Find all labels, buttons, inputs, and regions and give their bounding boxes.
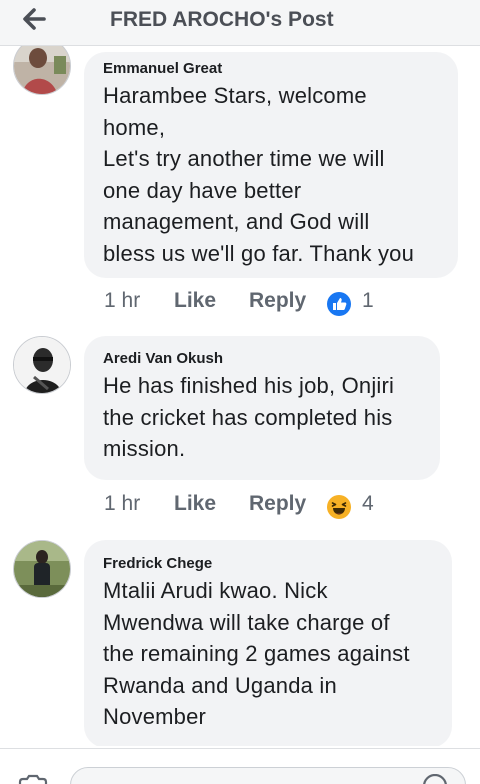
comment-bubble: Emmanuel Great Harambee Stars, welcome h… — [84, 52, 458, 278]
comment-line: management, and God will — [103, 209, 370, 234]
reaction-count[interactable]: 1 — [362, 289, 374, 313]
comment-line: bless us we'll go far. Thank you — [103, 240, 415, 266]
comment-author[interactable]: Aredi Van Okush — [103, 349, 421, 369]
comment-line: Mwendwa will take charge of — [103, 609, 390, 635]
comment-line: Mtalii Arudi kwao. Nick — [103, 578, 328, 603]
comment-line: one day have better — [103, 177, 302, 203]
comment-bubble: Aredi Van Okush He has finished his job,… — [84, 336, 440, 480]
comment-item: Emmanuel Great Harambee Stars, welcome h… — [0, 46, 480, 340]
comment-actions: 1 hr Like Reply 1 — [104, 289, 404, 319]
comment-line: home, — [103, 114, 166, 140]
reaction-count[interactable]: 4 — [362, 492, 374, 516]
comment-timestamp[interactable]: 1 hr — [104, 289, 140, 313]
comment-line: November — [103, 704, 207, 729]
comment-line: Rwanda and Uganda in — [103, 672, 337, 698]
comment-author[interactable]: Emmanuel Great — [103, 59, 439, 79]
avatar[interactable] — [13, 46, 71, 95]
comment-line: He has finished his job, Onjiri — [103, 373, 395, 398]
comment-text: Mtalii Arudi kwao. Nick Mwendwa will tak… — [103, 575, 433, 733]
comment-line: the cricket has completed his — [103, 404, 393, 430]
comment-timestamp[interactable]: 1 hr — [104, 492, 140, 516]
camera-icon[interactable] — [18, 773, 48, 784]
like-button[interactable]: Like — [174, 492, 216, 516]
comments-list: Emmanuel Great Harambee Stars, welcome h… — [0, 46, 480, 746]
comment-composer — [0, 748, 480, 784]
comment-author[interactable]: Fredrick Chege — [103, 554, 433, 574]
comment-line: Harambee Stars, welcome — [103, 83, 367, 108]
comment-item: Aredi Van Okush He has finished his job,… — [0, 336, 480, 536]
comment-item: Fredrick Chege Mtalii Arudi kwao. Nick M… — [0, 540, 480, 746]
post-header: FRED AROCHO's Post — [0, 0, 480, 46]
comment-text: He has finished his job, Onjiri the cric… — [103, 370, 421, 465]
like-reaction-icon[interactable] — [327, 292, 351, 316]
comment-text: Harambee Stars, welcome home, Let's try … — [103, 80, 439, 269]
comment-line: mission. — [103, 436, 186, 461]
haha-reaction-icon[interactable] — [327, 495, 351, 519]
like-button[interactable]: Like — [174, 289, 216, 313]
comment-line: the remaining 2 games against — [103, 641, 410, 666]
avatar[interactable] — [13, 540, 71, 598]
reply-button[interactable]: Reply — [249, 289, 306, 313]
comment-bubble: Fredrick Chege Mtalii Arudi kwao. Nick M… — [84, 540, 452, 746]
comment-line: Let's try another time we will — [103, 146, 385, 171]
back-arrow-icon[interactable] — [18, 4, 54, 34]
avatar[interactable] — [13, 336, 71, 394]
page-title: FRED AROCHO's Post — [110, 8, 334, 31]
reply-button[interactable]: Reply — [249, 492, 306, 516]
comment-input[interactable] — [70, 767, 466, 784]
comment-actions: 1 hr Like Reply 4 — [104, 492, 404, 522]
emoji-icon[interactable] — [420, 773, 450, 784]
